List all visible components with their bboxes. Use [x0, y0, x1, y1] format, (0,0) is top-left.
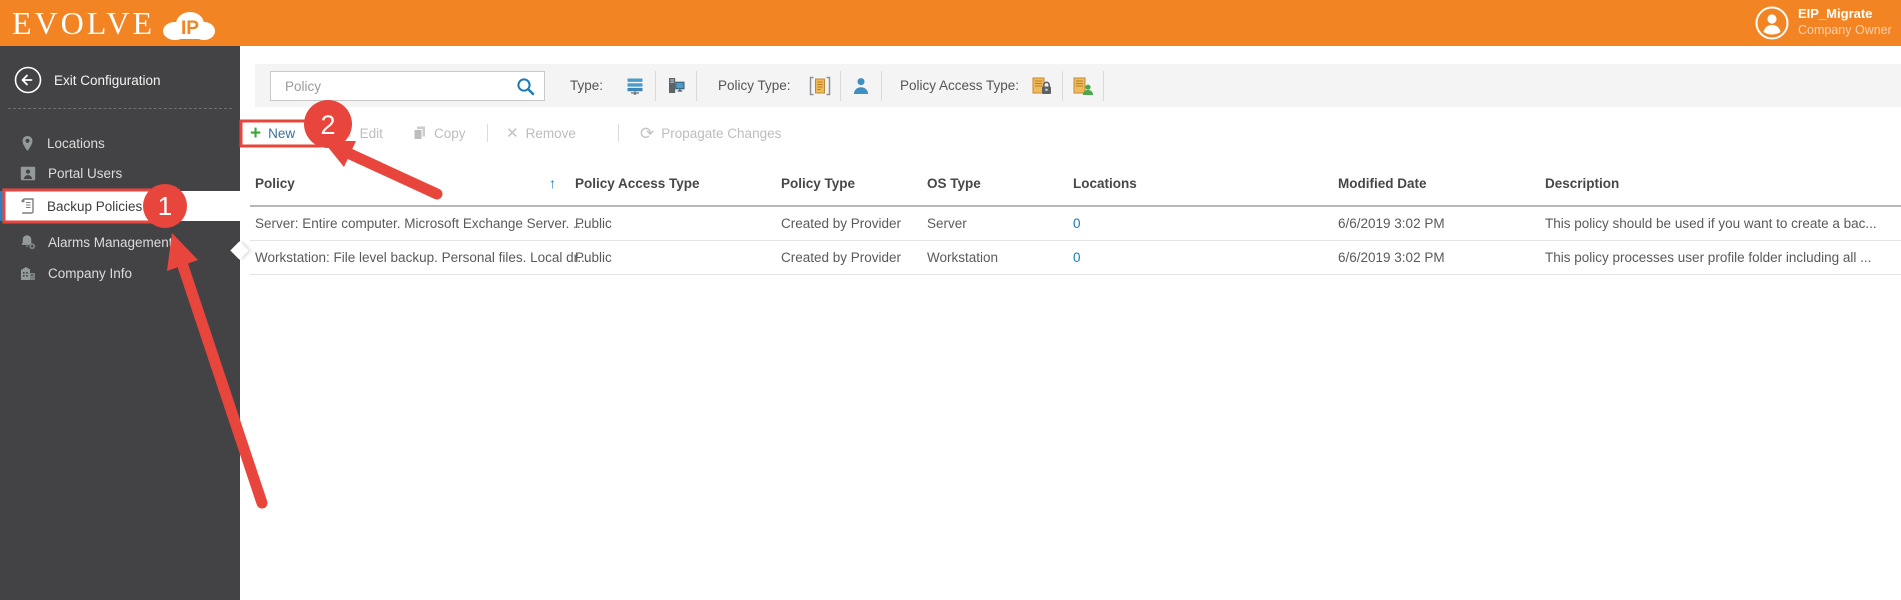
sidebar-item-locations[interactable]: Locations — [0, 128, 240, 158]
filter-public-policy-button[interactable] — [1063, 71, 1104, 101]
sidebar-item-label: Portal Users — [48, 165, 123, 181]
header-separator — [250, 205, 1901, 207]
search-icon[interactable] — [516, 77, 535, 96]
user-name: EIP_Migrate — [1798, 6, 1873, 21]
cell-description: This policy processes user profile folde… — [1545, 250, 1872, 265]
filter-user-policy-button[interactable] — [841, 71, 882, 101]
public-policy-icon — [1073, 77, 1094, 95]
cell-modified-date: 6/6/2019 3:02 PM — [1338, 250, 1445, 265]
alarm-bell-icon — [21, 235, 36, 250]
back-arrow-icon — [14, 66, 42, 94]
cell-policy-type: Created by Provider — [781, 250, 902, 265]
filter-policy-type-label: Policy Type: — [718, 78, 791, 93]
filter-provider-policy-button[interactable] — [800, 71, 841, 101]
filter-type-label: Type: — [570, 78, 604, 93]
location-pin-icon — [22, 135, 33, 151]
cell-modified-date: 6/6/2019 3:02 PM — [1338, 216, 1445, 231]
edit-button[interactable]: ✎ Edit — [340, 118, 383, 148]
copy-button-label: Copy — [434, 125, 466, 141]
copy-button[interactable]: Copy — [412, 118, 466, 148]
column-header-policy-type[interactable]: Policy Type — [781, 176, 855, 191]
remove-x-icon: ✕ — [506, 124, 519, 142]
column-header-os-type[interactable]: OS Type — [927, 176, 981, 191]
provider-policy-icon — [809, 76, 831, 96]
svg-text:IP: IP — [181, 18, 199, 39]
filter-server-type-button[interactable] — [615, 71, 656, 101]
sidebar-item-company-info[interactable]: Company Info — [0, 258, 240, 288]
sort-ascending-icon: ↑ — [549, 175, 556, 191]
filter-bar: Type: Polic — [255, 64, 1901, 107]
user-policy-icon — [853, 78, 869, 94]
workstation-type-icon — [669, 78, 685, 93]
column-header-description[interactable]: Description — [1545, 176, 1619, 191]
portal-user-icon — [20, 166, 36, 180]
cell-policy: Workstation: File level backup. Personal… — [255, 250, 589, 265]
user-avatar-icon — [1755, 6, 1789, 40]
annotation-arrow-2 — [323, 141, 443, 200]
filter-access-type-label: Policy Access Type: — [900, 78, 1020, 93]
sidebar: Exit Configuration Locations Portal User… — [0, 46, 249, 600]
propagate-button-label: Propagate Changes — [661, 125, 782, 141]
logo-cloud-ip-icon: IP — [163, 12, 216, 40]
toolbar-divider — [487, 124, 488, 142]
user-role: Company Owner — [1798, 23, 1892, 37]
exit-configuration-button[interactable]: Exit Configuration — [0, 62, 240, 98]
row-separator — [250, 240, 1901, 241]
top-header-bar: EVOLVE IP EIP_Migrate Company Owner — [0, 0, 1901, 46]
toolbar: + New ✎ Edit Copy ✕ Remove ⟳ Propagate C… — [240, 118, 1901, 148]
filter-workstation-type-button[interactable] — [656, 71, 697, 101]
column-header-policy-access-type[interactable]: Policy Access Type — [575, 176, 700, 191]
sidebar-item-label: Alarms Management — [48, 234, 173, 250]
cell-os-type: Workstation — [927, 250, 999, 265]
policy-search-input[interactable] — [283, 77, 516, 95]
cell-policy: Server: Entire computer. Microsoft Excha… — [255, 216, 585, 231]
edit-button-label: Edit — [359, 125, 383, 141]
cell-policy-access-type: Public — [575, 216, 612, 231]
cell-policy-access-type: Public — [575, 250, 612, 265]
new-button[interactable]: + New — [250, 118, 295, 148]
locations-count-link[interactable]: 0 — [1073, 216, 1081, 231]
sidebar-divider — [8, 108, 232, 109]
row-separator — [250, 274, 1901, 275]
logo-text: EVOLVE — [12, 5, 156, 41]
column-header-modified-date[interactable]: Modified Date — [1338, 176, 1427, 191]
sidebar-item-label: Company Info — [48, 265, 133, 281]
filter-private-policy-button[interactable] — [1022, 71, 1063, 101]
sidebar-item-alarms-management[interactable]: Alarms Management — [0, 227, 240, 257]
user-menu[interactable]: EIP_Migrate Company Owner — [1755, 5, 1892, 40]
remove-button-label: Remove — [525, 125, 576, 141]
cell-policy-type: Created by Provider — [781, 216, 902, 231]
server-type-icon — [627, 78, 643, 95]
toolbar-divider — [618, 124, 619, 142]
pencil-icon: ✎ — [340, 124, 353, 142]
column-header-policy[interactable]: Policy — [255, 176, 295, 191]
cell-description: This policy should be used if you want t… — [1545, 216, 1877, 231]
plus-icon: + — [250, 122, 262, 144]
sidebar-item-label: Backup Policies — [47, 198, 143, 214]
sidebar-item-backup-policies[interactable]: Backup Policies — [0, 191, 240, 221]
remove-button[interactable]: ✕ Remove — [506, 118, 576, 148]
policy-search-box — [270, 71, 545, 101]
backup-policies-icon — [21, 198, 34, 214]
private-policy-icon — [1032, 77, 1051, 94]
backup-policies-page: EVOLVE IP EIP_Migrate Company Owner Exit… — [0, 0, 1901, 600]
building-icon — [21, 266, 35, 280]
cell-os-type: Server — [927, 216, 967, 231]
propagate-changes-button[interactable]: ⟳ Propagate Changes — [640, 118, 781, 148]
copy-icon — [413, 126, 425, 140]
column-header-locations[interactable]: Locations — [1073, 176, 1137, 191]
exit-configuration-label: Exit Configuration — [54, 72, 161, 88]
sidebar-item-portal-users[interactable]: Portal Users — [0, 158, 240, 188]
locations-count-link[interactable]: 0 — [1073, 250, 1081, 265]
propagate-icon: ⟳ — [640, 123, 655, 143]
sidebar-item-label: Locations — [47, 135, 105, 151]
new-button-label: New — [268, 125, 296, 141]
evolve-logo: EVOLVE IP — [12, 3, 217, 43]
